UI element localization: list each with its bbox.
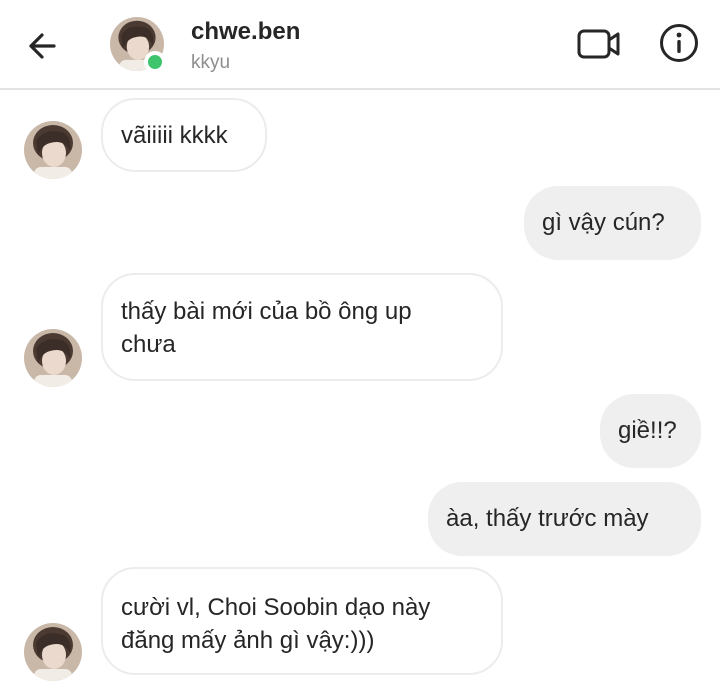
message-bubble-outgoing[interactable]: gì vậy cún? (524, 186, 701, 260)
contact-username: kkyu (191, 52, 231, 73)
sender-avatar[interactable] (24, 121, 82, 179)
sender-avatar[interactable] (24, 329, 82, 387)
message-bubble-outgoing[interactable]: giề!!? (600, 394, 701, 468)
avatar-photo (24, 121, 82, 179)
message-bubble-incoming[interactable]: cười vl, Choi Soobin dạo này đăng mấy ản… (101, 567, 503, 675)
online-status-dot (144, 51, 166, 73)
info-icon[interactable] (658, 22, 700, 64)
sender-avatar[interactable] (24, 623, 82, 681)
video-call-icon[interactable] (576, 24, 622, 64)
back-arrow-icon[interactable] (22, 26, 62, 66)
avatar-photo (24, 623, 82, 681)
chat-header: chwe.ben kkyu (0, 0, 720, 90)
contact-name[interactable]: chwe.ben (191, 18, 300, 46)
message-bubble-incoming[interactable]: vãiiiii kkkk (101, 98, 267, 172)
message-bubble-outgoing[interactable]: àa, thấy trước mày (428, 482, 701, 556)
message-bubble-incoming[interactable]: thấy bài mới của bồ ông up chưa (101, 273, 503, 381)
avatar-photo (24, 329, 82, 387)
